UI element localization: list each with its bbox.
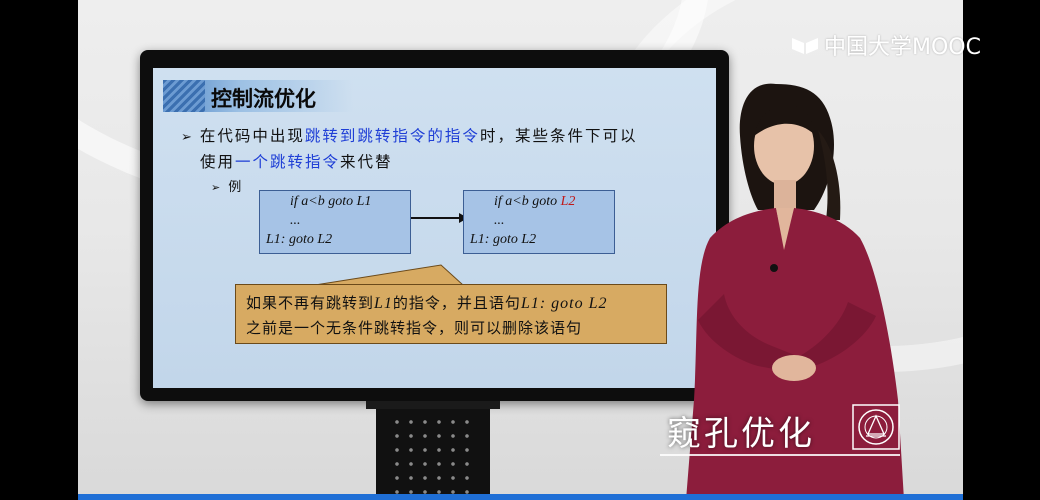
bullet1-line1-post: 时，某些条件下可以 bbox=[479, 127, 638, 145]
callout-line-1-b: L1 bbox=[374, 295, 393, 312]
monitor-stand-top bbox=[366, 401, 500, 409]
video-progress-bar[interactable] bbox=[78, 494, 963, 500]
mooc-logo-icon bbox=[792, 38, 818, 54]
callout-line-1-d: L1: goto L2 bbox=[520, 295, 608, 312]
mooc-logo: 中国大学MOOC bbox=[790, 30, 981, 60]
bullet1-line2-pre: 使用 bbox=[200, 153, 236, 171]
callout-line-1-c: 的指令，并且语句 bbox=[392, 294, 521, 312]
stand-speaker-grille bbox=[390, 415, 476, 495]
bullet1-line2-post: 来代替 bbox=[340, 153, 393, 171]
example-label-text: 例 bbox=[228, 180, 244, 195]
code-before-line-2: ... bbox=[290, 213, 301, 228]
code-after-line-1-pre: if a<b goto bbox=[494, 194, 561, 209]
code-before-box: if a<b goto L1 ... L1: goto L2 bbox=[259, 190, 411, 254]
code-before-line-1: if a<b goto L1 bbox=[290, 194, 372, 209]
example-label: ➢ 例 bbox=[211, 176, 243, 195]
monitor-stand bbox=[376, 401, 490, 500]
bullet-line-1: ➢ 在代码中出现跳转到跳转指令的指令时，某些条件下可以 bbox=[181, 124, 637, 146]
lecture-monitor: 控制流优化 ➢ 在代码中出现跳转到跳转指令的指令时，某些条件下可以 使用一个跳转指… bbox=[140, 50, 729, 401]
code-after-line-1: if a<b goto L2 bbox=[494, 194, 575, 210]
slide-title: 控制流优化 bbox=[211, 87, 316, 111]
university-emblem-icon bbox=[852, 404, 900, 450]
video-player[interactable]: 中国大学MOOC 控制流优化 ➢ 在代码中出现跳转到跳转指令的指令时，某些条件下可… bbox=[0, 0, 1040, 500]
code-after-line-3: L1: goto L2 bbox=[470, 232, 537, 247]
code-after-box: if a<b goto L2 ... L1: goto L2 bbox=[463, 190, 615, 254]
code-after-line-2: ... bbox=[494, 213, 505, 228]
sub-bullet-arrow-icon: ➢ bbox=[211, 181, 223, 194]
bullet-line-2: 使用一个跳转指令来代替 bbox=[200, 150, 393, 172]
bullet1-line1-highlight: 跳转到跳转指令的指令 bbox=[304, 127, 480, 145]
video-caption-title: 窥孔优化 bbox=[667, 414, 815, 454]
bullet-arrow-icon: ➢ bbox=[181, 130, 194, 145]
callout-line-2: 之前是一个无条件跳转指令，则可以删除该语句 bbox=[246, 319, 583, 337]
callout-line-1: 如果不再有跳转到L1的指令，并且语句L1: goto L2 bbox=[246, 292, 608, 313]
bullet1-line2-highlight: 一个跳转指令 bbox=[235, 153, 341, 171]
transform-arrow-icon bbox=[411, 213, 468, 223]
caption-underline bbox=[660, 454, 900, 456]
mooc-logo-text: 中国大学MOOC bbox=[824, 35, 981, 60]
callout-box: 如果不再有跳转到L1的指令，并且语句L1: goto L2 之前是一个无条件跳转… bbox=[235, 284, 667, 344]
slide-screen: 控制流优化 ➢ 在代码中出现跳转到跳转指令的指令时，某些条件下可以 使用一个跳转指… bbox=[153, 68, 716, 388]
code-before-line-3: L1: goto L2 bbox=[266, 232, 333, 247]
callout-line-1-a: 如果不再有跳转到 bbox=[246, 294, 375, 312]
code-after-line-1-target: L2 bbox=[560, 194, 576, 209]
bullet1-line1-pre: 在代码中出现 bbox=[199, 127, 305, 145]
callout-pointer bbox=[314, 264, 465, 286]
